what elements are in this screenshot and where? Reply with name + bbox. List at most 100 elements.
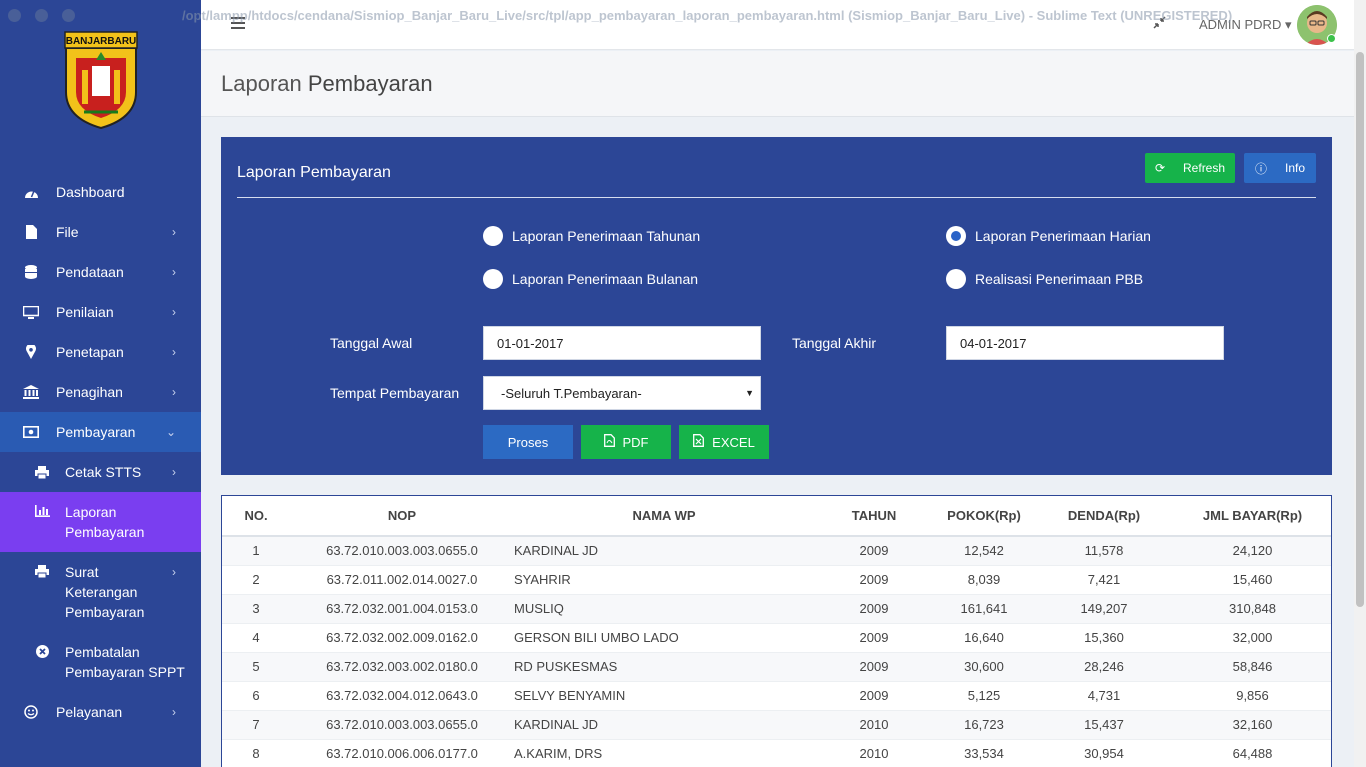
caret-down-icon: ▼: [745, 388, 754, 398]
refresh-button[interactable]: ⟳ Refresh: [1145, 153, 1235, 183]
table-cell: 11,578: [1034, 536, 1174, 566]
sidebar-subitem-cetak-stts[interactable]: Cetak STTS ›: [0, 452, 201, 492]
table-cell: 2010: [814, 710, 934, 740]
radio-bulanan[interactable]: Laporan Penerimaan Bulanan: [483, 269, 698, 289]
chevron-right-icon: ›: [172, 705, 176, 719]
table-cell: 15,437: [1034, 710, 1174, 740]
table-row[interactable]: 7 63.72.010.003.003.0655.0 KARDINAL JD 2010…: [222, 710, 1331, 740]
radio-tahunan[interactable]: Laporan Penerimaan Tahunan: [483, 226, 700, 246]
window-titlebar: /opt/lampp/htdocs/cendana/Sismiop_Banjar…: [0, 0, 1366, 31]
table-cell: SELVY BENYAMIN: [514, 681, 814, 711]
sidebar-item-penilaian[interactable]: Penilaian ›: [0, 292, 201, 332]
info-button[interactable]: ⓘ Info: [1244, 153, 1316, 183]
table-row[interactable]: 3 63.72.032.001.004.0153.0 MUSLIQ 2009 161,6…: [222, 594, 1331, 624]
table-cell: 9,856: [1174, 681, 1331, 711]
table-cell: 32,160: [1174, 710, 1331, 740]
maximize-window-icon[interactable]: [62, 9, 75, 22]
chevron-right-icon: ›: [172, 465, 176, 479]
sidebar-item-label: Cetak STTS: [65, 464, 142, 480]
sidebar-item-penetapan[interactable]: Penetapan ›: [0, 332, 201, 372]
table-cell: GERSON BILI UMBO LADO: [514, 623, 814, 653]
col-header-pokok[interactable]: POKOK(Rp): [934, 496, 1034, 537]
panel-divider: [237, 197, 1316, 198]
chevron-right-icon: ›: [172, 305, 176, 319]
col-header-denda[interactable]: DENDA(Rp): [1034, 496, 1174, 537]
page-scrollbar[interactable]: [1354, 0, 1366, 767]
radio-circle[interactable]: [483, 226, 503, 246]
table-row[interactable]: 1 63.72.010.003.003.0655.0 KARDINAL JD 2009…: [222, 536, 1331, 566]
sidebar-subitem-surat-keterangan[interactable]: Surat Keterangan Pembayaran ›: [0, 552, 201, 632]
close-window-icon[interactable]: [8, 9, 21, 22]
sidebar-subitem-pembatalan[interactable]: Pembatalan Pembayaran SPPT: [0, 632, 201, 692]
col-header-nop[interactable]: NOP: [290, 496, 514, 537]
smile-icon: [22, 705, 40, 719]
radio-label: Realisasi Penerimaan PBB: [975, 271, 1144, 287]
col-header-no[interactable]: NO.: [222, 496, 290, 537]
chevron-right-icon: ›: [172, 225, 176, 239]
excel-button[interactable]: EXCEL: [679, 425, 769, 459]
table-cell: 33,534: [934, 739, 1034, 767]
table-cell: A.KARIM, DRS: [514, 739, 814, 767]
table-row[interactable]: 4 63.72.032.002.009.0162.0 GERSON BILI UMB…: [222, 623, 1331, 653]
banjarbaru-logo: BANJARBARU: [64, 31, 138, 130]
scrollbar-thumb[interactable]: [1356, 52, 1364, 607]
sidebar-item-penagihan[interactable]: Penagihan ›: [0, 372, 201, 412]
tanggal-akhir-input[interactable]: 04-01-2017: [946, 326, 1224, 360]
sidebar-item-label: Penilaian: [56, 304, 114, 320]
table-cell: 2009: [814, 681, 934, 711]
database-icon: [22, 265, 40, 279]
content-header: Laporan Pembayaran: [201, 51, 1354, 117]
table-cell: 63.72.032.004.012.0643.0: [290, 681, 514, 711]
table-cell: 2009: [814, 536, 934, 566]
table-cell: SYAHRIR: [514, 565, 814, 595]
minimize-window-icon[interactable]: [35, 9, 48, 22]
map-marker-icon: [22, 345, 40, 359]
table-cell: 63.72.010.003.003.0655.0: [290, 710, 514, 740]
radio-circle[interactable]: [946, 269, 966, 289]
radio-circle-selected[interactable]: [946, 226, 966, 246]
table-row[interactable]: 5 63.72.032.003.002.0180.0 RD PUSKESMAS 200…: [222, 652, 1331, 682]
radio-realisasi[interactable]: Realisasi Penerimaan PBB: [946, 269, 1143, 289]
sidebar-item-label: Penagihan: [56, 384, 123, 400]
file-excel-icon: [693, 434, 705, 450]
radio-label: Laporan Penerimaan Tahunan: [512, 228, 701, 244]
table-cell: 64,488: [1174, 739, 1331, 767]
table-cell: 32,000: [1174, 623, 1331, 653]
table-cell: 310,848: [1174, 594, 1331, 624]
print-icon: [33, 465, 51, 479]
table-cell: 4,731: [1034, 681, 1174, 711]
table-row[interactable]: 2 63.72.011.002.014.0027.0 SYAHRIR 2009 8,03…: [222, 565, 1331, 595]
radio-circle[interactable]: [483, 269, 503, 289]
sidebar-item-label: Surat Keterangan Pembayaran: [65, 564, 145, 620]
table-cell: 3: [222, 594, 290, 624]
sidebar-item-pembayaran[interactable]: Pembayaran ⌄: [0, 412, 201, 452]
proses-button[interactable]: Proses: [483, 425, 573, 459]
table-row[interactable]: 8 63.72.010.006.006.0177.0 A.KARIM, DRS 201…: [222, 739, 1331, 767]
sidebar-item-label: File: [56, 224, 79, 240]
payment-table: NO. NOP NAMA WP TAHUN POKOK(Rp) DENDA(Rp…: [222, 496, 1331, 767]
table-cell: 15,360: [1034, 623, 1174, 653]
sidebar-item-label: Penetapan: [56, 344, 124, 360]
sidebar-item-pendataan[interactable]: Pendataan ›: [0, 252, 201, 292]
page-title: Laporan Pembayaran: [221, 71, 433, 97]
sidebar-subitem-laporan-pembayaran[interactable]: Laporan Pembayaran: [0, 492, 201, 552]
col-header-nama-wp[interactable]: NAMA WP: [514, 496, 814, 537]
sidebar-item-pelayanan[interactable]: Pelayanan ›: [0, 692, 201, 732]
table-row[interactable]: 6 63.72.032.004.012.0643.0 SELVY BENYAMIN 2…: [222, 681, 1331, 711]
dashboard-icon: [22, 186, 40, 199]
tanggal-awal-input[interactable]: 01-01-2017: [483, 326, 761, 360]
sidebar-item-dashboard[interactable]: Dashboard: [0, 172, 201, 212]
print-icon: [33, 565, 51, 578]
file-icon: [22, 225, 40, 239]
table-cell: 1: [222, 536, 290, 566]
radio-harian[interactable]: Laporan Penerimaan Harian: [946, 226, 1151, 246]
refresh-icon: ⟳: [1154, 161, 1166, 175]
table-cell: 63.72.011.002.014.0027.0: [290, 565, 514, 595]
col-header-tahun[interactable]: TAHUN: [814, 496, 934, 537]
sidebar-item-file[interactable]: File ›: [0, 212, 201, 252]
table-cell: RD PUSKESMAS: [514, 652, 814, 682]
sidebar-menu: Dashboard File › Pendataan › Penilaian ›: [0, 172, 201, 732]
tempat-pembayaran-select[interactable]: -Seluruh T.Pembayaran- ▼: [483, 376, 761, 410]
pdf-button[interactable]: PDF: [581, 425, 671, 459]
col-header-jml-bayar[interactable]: JML BAYAR(Rp): [1174, 496, 1331, 537]
